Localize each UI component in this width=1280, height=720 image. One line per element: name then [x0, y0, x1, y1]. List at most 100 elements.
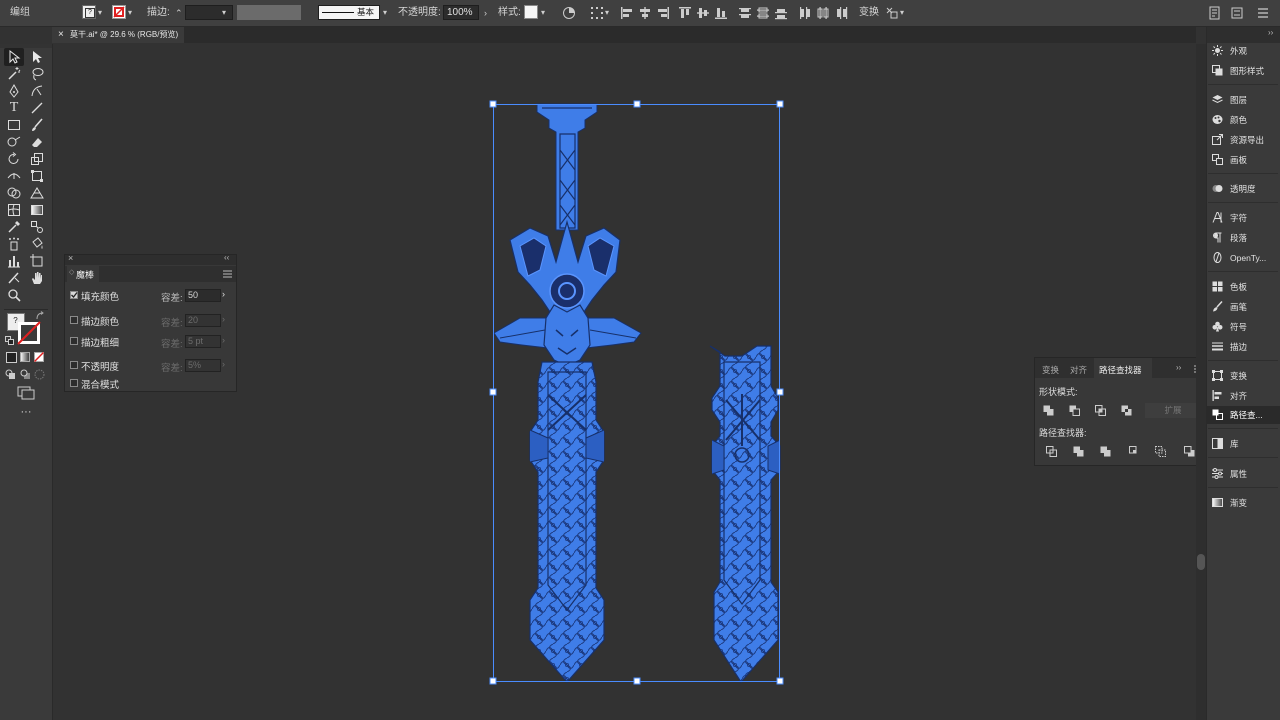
- stroke-swatch[interactable]: [112, 5, 126, 19]
- rotate-tool-icon[interactable]: [6, 151, 22, 167]
- rectangle-tool-icon[interactable]: [6, 117, 22, 133]
- chevron-down-icon[interactable]: ▾: [900, 0, 904, 26]
- stroke-color-swatch[interactable]: [17, 321, 41, 345]
- lasso-tool-icon[interactable]: [29, 66, 45, 82]
- outline-icon[interactable]: [1155, 446, 1166, 457]
- default-fill-stroke-icon[interactable]: [5, 336, 14, 345]
- live-paint-bucket-tool-icon[interactable]: [29, 236, 45, 252]
- recolor-artwork-icon[interactable]: [562, 6, 576, 20]
- panel-header-strip[interactable]: × ‹‹: [65, 253, 236, 265]
- chevron-down-icon[interactable]: ▾: [222, 0, 226, 26]
- slice-tool-icon[interactable]: [6, 270, 22, 286]
- tab-align[interactable]: 对齐: [1070, 364, 1087, 376]
- color-mode-button[interactable]: [6, 352, 17, 363]
- close-tab-button[interactable]: ×: [58, 27, 64, 43]
- magic-wand-tool-icon[interactable]: [6, 66, 22, 82]
- align-left-icon[interactable]: [620, 6, 634, 20]
- dock-item-properties[interactable]: 属性: [1212, 467, 1247, 481]
- paintbrush-tool-icon[interactable]: [29, 117, 45, 133]
- type-tool-icon[interactable]: T: [6, 100, 22, 116]
- pen-tool-icon[interactable]: [6, 83, 22, 99]
- line-segment-tool-icon[interactable]: [29, 100, 45, 116]
- dock-item-align[interactable]: 对齐: [1212, 389, 1247, 403]
- canvas-vertical-scrollbar[interactable]: [1196, 44, 1206, 720]
- resize-handle[interactable]: [776, 677, 784, 685]
- resize-handle[interactable]: [633, 677, 641, 685]
- chevron-down-icon[interactable]: ▾: [128, 0, 132, 26]
- collapse-icon[interactable]: ‹‹: [224, 253, 229, 262]
- dock-item-transform[interactable]: 变换: [1212, 369, 1247, 383]
- selection-tool-icon[interactable]: [6, 49, 22, 65]
- chevron-down-icon[interactable]: ▾: [541, 0, 545, 26]
- fill-tolerance-field[interactable]: 50: [185, 289, 221, 302]
- tab-transform[interactable]: 变换: [1042, 364, 1059, 376]
- hand-tool-icon[interactable]: [29, 270, 45, 286]
- align-right-icon[interactable]: [656, 6, 670, 20]
- gradient-mode-button[interactable]: [20, 352, 30, 362]
- dock-item-libraries[interactable]: 库: [1212, 437, 1239, 451]
- distribute-top-icon[interactable]: [738, 6, 752, 20]
- dock-item-pathfinder[interactable]: 路径查...: [1212, 408, 1263, 422]
- shape-builder-tool-icon[interactable]: [6, 185, 22, 201]
- stroke-weight-checkbox[interactable]: [70, 337, 78, 345]
- align-to-icon[interactable]: [590, 6, 604, 20]
- resize-handle[interactable]: [776, 388, 784, 396]
- collapse-dock-icon[interactable]: ››: [1268, 28, 1273, 37]
- draw-behind-icon[interactable]: [20, 369, 31, 380]
- chevron-right-icon[interactable]: ›: [222, 289, 225, 299]
- dock-item-graphic-styles[interactable]: 图形样式: [1212, 64, 1264, 78]
- chevron-down-icon[interactable]: ▾: [383, 0, 387, 26]
- blending-mode-checkbox[interactable]: [70, 379, 78, 387]
- draw-normal-icon[interactable]: [5, 369, 16, 380]
- fill-swatch[interactable]: ?: [82, 5, 96, 19]
- scrollbar-thumb[interactable]: [1197, 554, 1205, 570]
- dock-item-transparency[interactable]: 透明度: [1212, 182, 1256, 196]
- sword-artwork-right[interactable]: [709, 345, 781, 683]
- gradient-tool-icon[interactable]: [29, 202, 45, 218]
- perspective-grid-tool-icon[interactable]: [29, 185, 45, 201]
- dock-item-asset-export[interactable]: 资源导出: [1212, 133, 1264, 147]
- stroke-color-checkbox[interactable]: [70, 316, 78, 324]
- distribute-vertical-center-icon[interactable]: [756, 6, 770, 20]
- resize-handle[interactable]: [489, 100, 497, 108]
- expand-button[interactable]: 扩展: [1145, 403, 1201, 418]
- sword-artwork-left[interactable]: [493, 103, 642, 683]
- exclude-icon[interactable]: [1121, 405, 1132, 416]
- chevron-down-icon[interactable]: ▾: [98, 0, 102, 26]
- fill-color-checkbox[interactable]: [70, 291, 78, 299]
- dock-item-color[interactable]: 颜色: [1212, 113, 1247, 127]
- distribute-left-icon[interactable]: [798, 6, 812, 20]
- unite-icon[interactable]: [1043, 405, 1054, 416]
- dock-item-layers[interactable]: 图层: [1212, 93, 1247, 107]
- scale-tool-icon[interactable]: [29, 151, 45, 167]
- free-transform-tool-icon[interactable]: [29, 168, 45, 184]
- dock-item-symbols[interactable]: 符号: [1212, 320, 1247, 334]
- panel-menu-icon[interactable]: [223, 270, 232, 278]
- artboard-tool-icon[interactable]: [29, 253, 45, 269]
- dock-item-character[interactable]: 字符: [1212, 211, 1247, 225]
- style-swatch[interactable]: [524, 5, 538, 19]
- stepper-icon[interactable]: ⌃: [175, 0, 183, 26]
- dock-item-paragraph[interactable]: 段落: [1212, 231, 1247, 245]
- swap-fill-stroke-icon[interactable]: [35, 311, 45, 321]
- blend-tool-icon[interactable]: [29, 219, 45, 235]
- column-graph-tool-icon[interactable]: [6, 253, 22, 269]
- curvature-tool-icon[interactable]: [29, 83, 45, 99]
- variable-width-profile[interactable]: [237, 5, 301, 20]
- align-vertical-center-icon[interactable]: [696, 6, 710, 20]
- eyedropper-tool-icon[interactable]: [6, 219, 22, 235]
- resize-handle[interactable]: [489, 677, 497, 685]
- dock-header[interactable]: ››: [1207, 27, 1280, 43]
- minus-front-icon[interactable]: [1069, 405, 1080, 416]
- chevron-right-icon[interactable]: ›: [484, 0, 487, 26]
- mesh-tool-icon[interactable]: [6, 202, 22, 218]
- direct-selection-tool-icon[interactable]: [29, 49, 45, 65]
- draw-inside-icon[interactable]: [34, 369, 45, 380]
- align-bottom-icon[interactable]: [714, 6, 728, 20]
- screen-mode-icon[interactable]: [17, 386, 35, 400]
- tab-magic-wand[interactable]: ◇ 魔棒: [67, 266, 99, 282]
- tab-pathfinder[interactable]: 路径查找器: [1094, 358, 1152, 378]
- close-icon[interactable]: ×: [68, 253, 73, 263]
- distribute-horizontal-center-icon[interactable]: [816, 6, 830, 20]
- width-tool-icon[interactable]: [6, 168, 22, 184]
